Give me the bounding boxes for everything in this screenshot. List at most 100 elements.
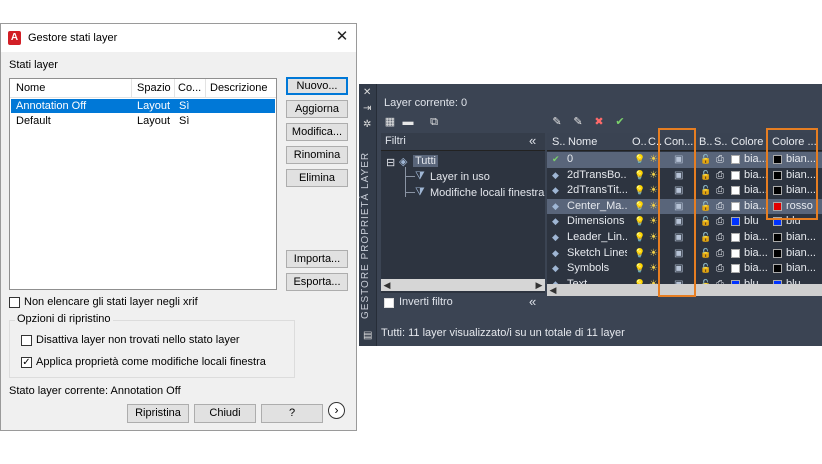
unlock-icon[interactable]: 🔓 <box>700 201 711 212</box>
color-swatch[interactable] <box>731 233 740 242</box>
invert-filter-checkbox[interactable] <box>384 298 394 308</box>
sun-icon[interactable]: ☀ <box>649 154 658 165</box>
no-list-xrif-checkbox[interactable] <box>9 297 20 308</box>
collapse-pane-icon[interactable]: « <box>529 294 536 309</box>
printer-icon[interactable]: ⎙ <box>716 154 724 165</box>
tree-collapse-icon[interactable]: ⊟ <box>386 156 395 169</box>
delete-layer-icon[interactable]: ✖ <box>592 116 606 128</box>
close-icon[interactable]: ✕ <box>363 87 371 98</box>
close-icon[interactable]: ✕ <box>332 27 352 47</box>
column-header-space[interactable]: Spazio <box>137 82 171 94</box>
column-header-name[interactable]: Nome <box>16 82 45 94</box>
disable-layers-checkbox[interactable] <box>21 335 32 346</box>
light-bulb-icon[interactable]: 💡 <box>634 154 645 165</box>
column-header-plot[interactable]: S.. <box>714 136 727 148</box>
filters-hscrollbar[interactable]: ◀ ▶ <box>381 279 545 291</box>
unlock-icon[interactable]: 🔓 <box>700 232 711 243</box>
layer-states-list[interactable]: Nome Spazio Co... Descrizione Annotation… <box>9 78 277 290</box>
printer-icon[interactable]: ⎙ <box>716 232 724 243</box>
layer-vp-color[interactable]: bian... <box>786 231 816 243</box>
printer-icon[interactable]: ⎙ <box>716 170 724 181</box>
layer-vp-color[interactable]: bian... <box>786 247 816 259</box>
color-swatch[interactable] <box>731 186 740 196</box>
restore-button[interactable]: Ripristina <box>127 404 189 423</box>
printer-icon[interactable]: ⎙ <box>716 185 724 196</box>
scroll-left-icon[interactable]: ◀ <box>547 284 559 296</box>
layer-color[interactable]: bia... <box>744 153 768 165</box>
list-item[interactable]: Annotation Off Layout Sì <box>11 99 275 113</box>
new-layer-icon[interactable]: ✎ <box>550 116 564 128</box>
column-header-name[interactable]: Nome <box>568 136 597 148</box>
new-filter-icon[interactable]: ▦ <box>383 116 397 128</box>
layer-name[interactable]: Center_Ma... <box>567 200 627 212</box>
printer-icon[interactable]: ⎙ <box>716 201 724 212</box>
vp-color-swatch[interactable] <box>773 233 782 242</box>
update-button[interactable]: Aggiorna <box>286 100 348 118</box>
layer-name[interactable]: Leader_Lin... <box>567 231 627 243</box>
layer-color[interactable]: bia... <box>744 231 768 243</box>
new-button[interactable]: Nuovo... <box>286 77 348 95</box>
light-bulb-icon[interactable]: 💡 <box>634 232 645 243</box>
collapse-filters-icon[interactable]: « <box>529 133 536 148</box>
layer-color[interactable]: blu <box>744 215 759 227</box>
tree-item-vp-overrides[interactable]: Modifiche locali finestra <box>430 187 544 199</box>
apply-overrides-checkbox[interactable]: ✓ <box>21 357 32 368</box>
sun-icon[interactable]: ☀ <box>649 263 658 274</box>
tree-item-in-use[interactable]: Layer in uso <box>430 171 490 183</box>
export-button[interactable]: Esporta... <box>286 273 348 291</box>
layer-name[interactable]: Dimensions <box>567 215 627 227</box>
unlock-icon[interactable]: 🔓 <box>700 263 711 274</box>
light-bulb-icon[interactable]: 💡 <box>634 201 645 212</box>
layer-color[interactable]: bia... <box>744 169 768 181</box>
light-bulb-icon[interactable]: 💡 <box>634 185 645 196</box>
unlock-icon[interactable]: 🔓 <box>700 154 711 165</box>
more-options-icon[interactable]: › <box>328 402 345 419</box>
sun-icon[interactable]: ☀ <box>649 170 658 181</box>
palette-settings-icon[interactable]: ▤ <box>363 330 372 341</box>
column-header-on[interactable]: O.. <box>632 136 647 148</box>
unlock-icon[interactable]: 🔓 <box>700 248 711 259</box>
printer-icon[interactable]: ⎙ <box>716 263 724 274</box>
column-header-lock[interactable]: B.. <box>699 136 712 148</box>
layer-vp-color[interactable]: bian... <box>786 262 816 274</box>
layer-name[interactable]: Symbols <box>567 262 627 274</box>
printer-icon[interactable]: ⎙ <box>716 248 724 259</box>
layer-color[interactable]: bia... <box>744 262 768 274</box>
unlock-icon[interactable]: 🔓 <box>700 170 711 181</box>
auto-hide-icon[interactable]: ⇥ <box>363 103 371 114</box>
close-button[interactable]: Chiudi <box>194 404 256 423</box>
unlock-icon[interactable]: 🔓 <box>700 216 711 227</box>
column-header-description[interactable]: Descrizione <box>210 82 267 94</box>
help-button[interactable]: ? <box>261 404 323 423</box>
layer-color[interactable]: bia... <box>744 247 768 259</box>
layer-color[interactable]: bia... <box>744 184 768 196</box>
color-swatch[interactable] <box>731 201 740 211</box>
layer-name[interactable]: Sketch Lines <box>567 247 627 259</box>
properties-icon[interactable]: ✲ <box>363 119 371 130</box>
light-bulb-icon[interactable]: 💡 <box>634 170 645 181</box>
layer-name[interactable]: 2dTransBo... <box>567 169 627 181</box>
color-swatch[interactable] <box>731 170 740 180</box>
color-swatch[interactable] <box>731 264 740 274</box>
light-bulb-icon[interactable]: 💡 <box>634 248 645 259</box>
column-header-color[interactable]: Colore <box>731 136 763 148</box>
sun-icon[interactable]: ☀ <box>649 201 658 212</box>
scroll-right-icon[interactable]: ▶ <box>533 279 545 291</box>
new-vp-frozen-layer-icon[interactable]: ✎ <box>571 116 585 128</box>
vp-color-swatch[interactable] <box>773 264 782 274</box>
layer-color[interactable]: bia... <box>744 200 768 212</box>
scroll-left-icon[interactable]: ◀ <box>381 279 393 291</box>
vp-color-swatch[interactable] <box>773 248 782 258</box>
sun-icon[interactable]: ☀ <box>649 232 658 243</box>
light-bulb-icon[interactable]: 💡 <box>634 263 645 274</box>
tree-item-tutti[interactable]: Tutti <box>413 155 438 167</box>
layer-name[interactable]: 2dTransTit... <box>567 184 627 196</box>
color-swatch[interactable] <box>731 248 740 258</box>
set-current-icon[interactable]: ✔ <box>613 116 627 128</box>
layer-states-icon[interactable]: ⧉ <box>427 116 441 128</box>
import-button[interactable]: Importa... <box>286 250 348 268</box>
edit-button[interactable]: Modifica... <box>286 123 348 141</box>
delete-button[interactable]: Elimina <box>286 169 348 187</box>
new-group-filter-icon[interactable]: ▬ <box>401 116 415 128</box>
layer-name[interactable]: 0 <box>567 153 627 165</box>
